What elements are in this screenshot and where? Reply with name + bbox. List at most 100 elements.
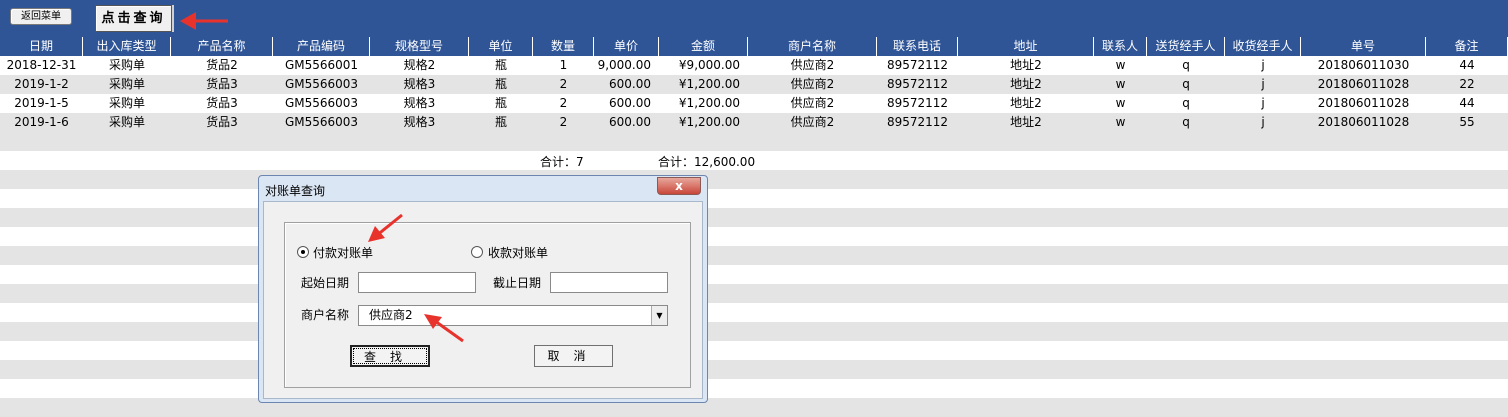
table-cell: 地址2	[1010, 96, 1042, 110]
table-cell: 44	[1459, 58, 1475, 72]
column-header: 收货经手人	[1225, 37, 1301, 56]
table-cell: 采购单	[108, 96, 145, 110]
row-stripe	[0, 398, 1508, 417]
table-cell: 货品3	[206, 96, 238, 110]
end-date-label: 截止日期	[493, 276, 542, 290]
table-cell: 规格3	[403, 115, 436, 129]
table-row[interactable]: 2018-12-31 采购单 货品2 GM5566001 规格2 瓶 1 9,000.00 ¥9…	[0, 56, 1508, 75]
column-header: 金额	[659, 37, 748, 56]
arrow-annotation-icon	[368, 213, 403, 242]
table-cell: 瓶	[494, 115, 507, 129]
row-stripe	[0, 170, 1508, 189]
table-cell: ¥9,000.00	[678, 58, 740, 72]
close-icon[interactable]: x	[657, 177, 701, 195]
table-cell: 采购单	[108, 58, 145, 72]
total-quantity: 合计：7	[540, 155, 584, 169]
row-stripe	[0, 208, 1508, 227]
table-cell: 2	[559, 115, 568, 129]
column-header: 数量	[533, 37, 594, 56]
find-button[interactable]: 查找	[350, 345, 430, 367]
column-header: 联系人	[1094, 37, 1147, 56]
row-stripe	[0, 132, 1508, 151]
table-cell: GM5566003	[284, 115, 359, 129]
start-date-field[interactable]	[358, 272, 476, 293]
table-cell: 地址2	[1010, 58, 1042, 72]
table-cell: 22	[1459, 77, 1475, 91]
table-cell: ¥1,200.00	[678, 77, 740, 91]
table-cell: 89572112	[886, 58, 949, 72]
table-header: 日期 出入库类型 产品名称 产品编码 规格型号 单位 数量 单价 金额 商户名称 联系电话 地址 联系人…	[0, 37, 1508, 56]
table-cell: 89572112	[886, 115, 949, 129]
table-cell: 2019-1-5	[14, 96, 69, 110]
table-cell: 201806011028	[1317, 115, 1410, 129]
column-header: 产品名称	[171, 37, 273, 56]
merchant-select-value: 供应商2	[369, 308, 413, 322]
column-header: 送货经手人	[1147, 37, 1225, 56]
table-row[interactable]: 2019-1-5 采购单 货品3 GM5566003 规格3 瓶 2 600.00 ¥1,200…	[0, 94, 1508, 113]
table-cell: 供应商2	[790, 115, 835, 129]
table-cell: 600.00	[609, 115, 651, 129]
row-stripe	[0, 360, 1508, 379]
arrow-annotation-icon	[424, 314, 464, 343]
table-cell: ¥1,200.00	[678, 115, 740, 129]
column-header: 单号	[1301, 37, 1426, 56]
table-cell: 地址2	[1010, 115, 1042, 129]
table-cell: 600.00	[609, 77, 651, 91]
row-stripe	[0, 246, 1508, 265]
table-cell: 货品2	[206, 58, 238, 72]
column-header: 单位	[469, 37, 533, 56]
radio-receipt-statement[interactable]	[471, 246, 483, 258]
table-cell: j	[1261, 115, 1265, 129]
table-cell: 规格2	[403, 58, 436, 72]
table-cell: j	[1261, 96, 1265, 110]
end-date-field[interactable]	[550, 272, 668, 293]
column-header: 地址	[958, 37, 1094, 56]
table-row[interactable]: 2019-1-6 采购单 货品3 GM5566003 规格3 瓶 2 600.00 ¥1,200…	[0, 113, 1508, 132]
table-cell: 44	[1459, 96, 1475, 110]
merchant-select[interactable]: 供应商2 ▼	[358, 305, 668, 326]
table-cell: 瓶	[494, 77, 507, 91]
table-cell: q	[1182, 115, 1190, 129]
table-cell: 9,000.00	[597, 58, 651, 72]
table-cell: 201806011028	[1317, 96, 1410, 110]
table-cell: 规格3	[403, 96, 436, 110]
statement-query-dialog: 对账单查询 x 付款对账单 收款对账单 起始日期 截止日期 商户名称 供应商2 …	[258, 175, 708, 403]
column-header: 单价	[594, 37, 659, 56]
table-cell: 货品3	[206, 115, 238, 129]
total-amount: 合计：12,600.00	[658, 155, 756, 169]
table-cell: 采购单	[108, 77, 145, 91]
start-date-label: 起始日期	[301, 276, 350, 290]
table-cell: 2	[559, 96, 568, 110]
table-cell: 55	[1459, 115, 1475, 129]
table-cell: j	[1261, 77, 1265, 91]
toolbar: 返回菜单 点击查询	[0, 0, 1508, 37]
table-cell: 89572112	[886, 96, 949, 110]
table-cell: 2019-1-6	[14, 115, 69, 129]
arrow-annotation-icon	[180, 12, 228, 30]
column-header: 产品编码	[273, 37, 370, 56]
query-button[interactable]: 点击查询	[95, 5, 172, 32]
dialog-title: 对账单查询	[265, 184, 326, 198]
column-header: 备注	[1426, 37, 1508, 56]
table-cell: GM5566001	[284, 58, 359, 72]
table-cell: j	[1261, 58, 1265, 72]
table-cell: 2019-1-2	[14, 77, 69, 91]
table-cell: 采购单	[108, 115, 145, 129]
table-cell: q	[1182, 77, 1190, 91]
column-header: 规格型号	[370, 37, 469, 56]
table-cell: 瓶	[494, 58, 507, 72]
table-cell: 供应商2	[790, 58, 835, 72]
table-cell: 201806011030	[1317, 58, 1410, 72]
dialog-body: 付款对账单 收款对账单 起始日期 截止日期 商户名称 供应商2 ▼ 查找 取消	[263, 201, 703, 399]
chevron-down-icon[interactable]: ▼	[651, 306, 667, 325]
table-cell: 供应商2	[790, 77, 835, 91]
table-cell: q	[1182, 58, 1190, 72]
table-cell: q	[1182, 96, 1190, 110]
radio-payment-label: 付款对账单	[313, 246, 374, 260]
table-cell: 货品3	[206, 77, 238, 91]
cancel-button[interactable]: 取消	[534, 345, 613, 367]
back-to-menu-button[interactable]: 返回菜单	[10, 8, 72, 25]
table-row[interactable]: 2019-1-2 采购单 货品3 GM5566003 规格3 瓶 2 600.00 ¥1,200…	[0, 75, 1508, 94]
row-stripe	[0, 284, 1508, 303]
radio-payment-statement[interactable]	[297, 246, 309, 258]
